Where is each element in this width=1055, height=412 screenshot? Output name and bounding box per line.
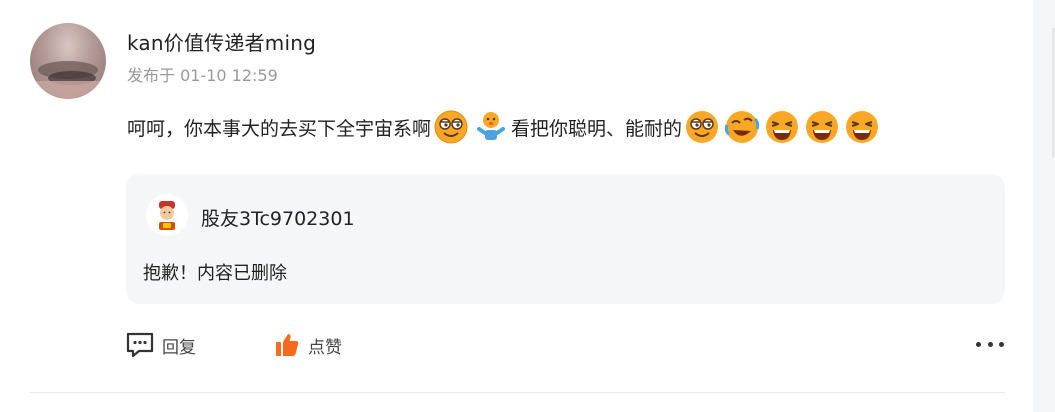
author-name[interactable]: kan价值传递者ming [127,27,316,56]
reply-label: 回复 [162,337,196,358]
big-laugh-emoji-icon [804,109,840,145]
quoted-author-avatar[interactable] [146,194,188,236]
more-options-button[interactable] [976,334,1004,354]
reply-button[interactable]: 回复 [126,330,196,360]
quoted-content: 抱歉！内容已删除 [143,263,287,284]
laugh-cry-emoji-icon [724,109,760,145]
comment-post: kan价值传递者ming 发布于 01-10 12:59 呵呵，你本事大的去买下… [0,0,1033,412]
like-button[interactable]: 点赞 [274,330,342,360]
post-content: 呵呵，你本事大的去买下全宇宙系啊 看把你聪明、能耐的 [127,106,882,148]
quoted-reply-card[interactable]: 股友3Tc9702301 抱歉！内容已删除 [126,174,1005,304]
more-dot-icon [987,341,993,347]
more-dot-icon [976,341,981,347]
more-dot-icon [999,341,1004,347]
sly-grin-emoji-icon [684,109,720,145]
shrug-emoji-icon [473,109,509,145]
avatar-sunset-glow [30,81,106,99]
post-text-part2: 看把你聪明、能耐的 [511,117,683,140]
thumbs-up-icon [276,334,299,356]
post-timestamp: 发布于 01-10 12:59 [127,66,278,85]
quoted-author-name[interactable]: 股友3Tc9702301 [201,204,355,231]
scrollbar-track[interactable] [1033,0,1055,412]
sly-grin-emoji-icon [433,109,469,145]
comment-icon [126,332,154,358]
big-laugh-emoji-icon [844,109,880,145]
post-divider [30,392,1005,393]
like-label: 点赞 [308,337,342,358]
post-text-part1: 呵呵，你本事大的去买下全宇宙系啊 [127,117,432,140]
big-laugh-emoji-icon [764,109,800,145]
author-avatar[interactable] [30,23,106,99]
